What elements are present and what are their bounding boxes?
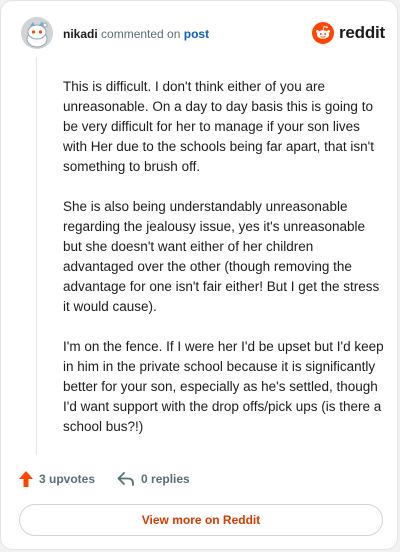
- comment-paragraph: This is difficult. I don't think either …: [63, 79, 375, 174]
- reddit-logo-icon: [312, 22, 334, 44]
- thread-line: [36, 57, 37, 455]
- reply-arrow-icon: [117, 472, 134, 486]
- comment-paragraph: I'm on the fence. If I were her I'd be u…: [63, 339, 384, 434]
- post-link[interactable]: post: [184, 27, 209, 41]
- view-more-button[interactable]: View more on Reddit: [19, 504, 383, 536]
- replies-count: 0 replies: [141, 472, 190, 486]
- reddit-brand[interactable]: reddit: [312, 22, 385, 44]
- username-link[interactable]: nikadi: [63, 27, 98, 41]
- comment-embed-card: nikadi commented on post reddit This is …: [0, 0, 398, 550]
- upvote-arrow-icon: [19, 471, 33, 487]
- commented-on-text: commented on: [101, 27, 181, 41]
- comment-paragraph: She is also being understandably unreaso…: [63, 199, 380, 314]
- upvotes-count: 3 upvotes: [39, 472, 96, 486]
- comment-header: nikadi commented on post: [63, 26, 209, 42]
- upvote-button[interactable]: 3 upvotes: [19, 471, 95, 487]
- replies-button[interactable]: 0 replies: [117, 472, 190, 486]
- reddit-wordmark: reddit: [339, 23, 386, 42]
- user-avatar-icon[interactable]: [21, 17, 53, 49]
- comment-actions: 3 upvotes 0 replies: [19, 471, 190, 487]
- comment-body: This is difficult. I don't think either …: [63, 77, 385, 457]
